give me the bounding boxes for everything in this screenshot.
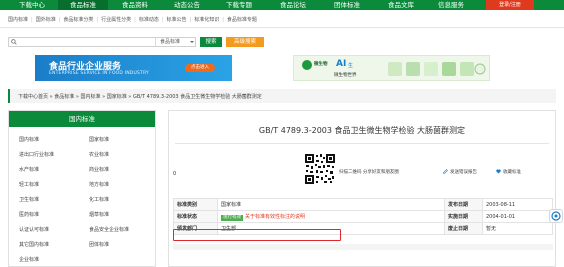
banner-enter-button[interactable]: 点击进入 xyxy=(185,64,215,72)
subnav-item[interactable]: 国外标准 xyxy=(36,17,56,23)
validity-note-link[interactable]: 关于标准有效性标注的说明 xyxy=(245,214,305,220)
breadcrumb-text[interactable]: 下载中心首页 » 食品标准 » 国内标准 » 国家标准 » GB/T 4789.… xyxy=(18,93,262,100)
sidebar-item[interactable]: 农业标准 xyxy=(89,151,109,158)
table-row: 标准状态 现行有效 关于标准有效性标注的说明 实施日期 2004-01-01 xyxy=(173,210,553,223)
qr-share-text: 扫描二维码 分享好友和朋友圈 xyxy=(339,170,399,175)
nav-food-library[interactable]: 食品文库 xyxy=(376,0,426,10)
banner-subtitle: ENTERPRISE SERVICE IN FOOD INDUSTRY xyxy=(49,71,149,76)
divider: | xyxy=(134,17,136,23)
sidebar-item[interactable]: 化工标准 xyxy=(89,196,109,203)
sidebar-item[interactable]: 食品安全企业标准 xyxy=(89,226,129,233)
divider: | xyxy=(96,17,99,23)
login-label: 登录/注册 xyxy=(499,2,521,8)
sidebar: 国内标准 国内标准 国家标准 进出口行业标准 农业标准 水产标准 商业标准 轻工… xyxy=(8,110,156,267)
download-count: 0 xyxy=(173,171,177,177)
sidebar-item[interactable]: 水产标准 xyxy=(19,166,39,173)
top-navigation: 下载中心 食品标准 食品资料 动态公告 下载专题 食品论坛 团体标准 食品文库 … xyxy=(0,0,564,10)
nav-food-materials[interactable]: 食品资料 xyxy=(110,0,160,10)
ai-sub-label: 生 xyxy=(348,63,354,69)
nav-info-service[interactable]: 信息服务 xyxy=(426,0,476,10)
subnav-item[interactable]: 食品标准分类 xyxy=(63,17,93,23)
favorite-button[interactable]: 收藏标准 xyxy=(496,169,521,175)
edit-icon xyxy=(443,169,448,174)
nav-download-center[interactable]: 下载中心 xyxy=(8,0,56,10)
sidebar-item[interactable]: 其它国内标准 xyxy=(19,241,49,248)
table-label: 标准类别 xyxy=(173,198,218,211)
subnav-item[interactable]: 标准化知识 xyxy=(194,17,219,23)
petri-dish-images xyxy=(388,62,486,76)
subnav-item[interactable]: 标准公告 xyxy=(167,17,187,23)
ai-label: AI xyxy=(336,59,347,69)
sidebar-item[interactable]: 团体标准 xyxy=(89,241,109,248)
divider: | xyxy=(222,17,224,23)
sidebar-item[interactable]: 商业标准 xyxy=(89,166,109,173)
nav-announcements[interactable]: 动态公告 xyxy=(162,0,212,10)
table-value: 2003-08-11 xyxy=(482,198,553,211)
sidebar-title: 国内标准 xyxy=(9,111,155,127)
bottom-bar xyxy=(173,244,553,250)
sub-navigation: 国内标准 | 国外标准 | 食品标准分类 | 行业属性分类 | 标准动态 | 标准公告 | 标准化知识 |… xyxy=(0,10,564,28)
sidebar-item[interactable]: 卫生标准 xyxy=(19,196,39,203)
sidebar-item[interactable]: 烟草标准 xyxy=(89,211,109,218)
subnav-item[interactable]: 标准动态 xyxy=(139,17,159,23)
advanced-search-button[interactable]: 高级搜索 xyxy=(226,37,264,47)
breadcrumb: 下载中心首页 » 食品标准 » 国内标准 » 国家标准 » GB/T 4789.… xyxy=(8,89,556,103)
banner-subtitle: 微生物世界 xyxy=(334,73,357,78)
nav-download-topics[interactable]: 下载专题 xyxy=(214,0,264,10)
status-badge: 现行有效 xyxy=(221,214,243,221)
chevron-down-icon xyxy=(190,41,194,43)
table-value: 暂无 xyxy=(482,222,553,235)
subnav-item[interactable]: 国内标准 xyxy=(8,17,28,23)
sidebar-item[interactable]: 医药标准 xyxy=(19,211,39,218)
sidebar-item[interactable]: 认证认可标准 xyxy=(19,226,49,233)
sidebar-item[interactable]: 轻工标准 xyxy=(19,181,39,188)
microbe-world-banner[interactable]: 微生物 AI 生 微生物世界 xyxy=(293,55,490,81)
nav-food-forum[interactable]: 食品论坛 xyxy=(268,0,318,10)
search-category-select[interactable]: 食品标准 xyxy=(155,38,197,46)
login-button[interactable]: 登录/注册 xyxy=(486,0,534,10)
error-report-link[interactable]: 发送错误报告 xyxy=(443,169,477,175)
brand-logo xyxy=(302,60,312,70)
favorite-label: 收藏标准 xyxy=(503,170,521,175)
page-title: GB/T 4789.3-2003 食品卫生微生物学检验 大肠菌群测定 xyxy=(258,126,466,135)
divider xyxy=(175,143,549,144)
table-row: 标准类别 国家标准 发布日期 2003-08-11 xyxy=(173,198,553,211)
enterprise-service-banner[interactable]: 食品行业企业服务 ENTERPRISE SERVICE IN FOOD INDU… xyxy=(35,55,232,81)
search-category-value: 食品标准 xyxy=(160,39,181,45)
table-label: 实施日期 xyxy=(444,210,483,223)
qr-code-icon xyxy=(304,153,336,185)
support-icon xyxy=(551,211,561,221)
table-label: 发布日期 xyxy=(444,198,483,211)
table-value: 2004-01-01 xyxy=(482,210,553,223)
floating-service-button[interactable] xyxy=(549,209,563,223)
nav-food-standards[interactable]: 食品标准 xyxy=(58,0,108,10)
table-label: 标准状态 xyxy=(173,210,218,223)
sidebar-item[interactable]: 地方标准 xyxy=(89,181,109,188)
sidebar-item[interactable]: 进出口行业标准 xyxy=(19,151,54,158)
standard-detail-card: GB/T 4789.3-2003 食品卫生微生物学检验 大肠菌群测定 0 扫描二… xyxy=(168,110,556,267)
sidebar-item[interactable]: 国内标准 xyxy=(19,136,39,143)
subnav-item[interactable]: 食品标准专题 xyxy=(227,17,257,23)
sidebar-item[interactable]: 企业标准 xyxy=(19,256,39,263)
status-cell: 现行有效 关于标准有效性标注的说明 xyxy=(217,210,445,223)
sub-navigation-row: 国内标准 | 国外标准 | 食品标准分类 | 行业属性分类 | 标准动态 | 标准公告 | 标准化知识 |… xyxy=(8,16,257,23)
table-label: 废止日期 xyxy=(444,222,483,235)
search-input[interactable]: 食品标准 xyxy=(8,37,196,47)
divider: | xyxy=(161,17,164,23)
heart-icon xyxy=(496,169,501,174)
nav-group-standards[interactable]: 团体标准 xyxy=(322,0,372,10)
error-report-label: 发送错误报告 xyxy=(450,170,477,175)
search-icon xyxy=(11,39,17,45)
brand-name: 微生物 xyxy=(314,62,328,67)
search-button[interactable]: 搜索 xyxy=(200,37,222,47)
sidebar-item[interactable]: 国家标准 xyxy=(89,136,109,143)
subnav-item[interactable]: 行业属性分类 xyxy=(101,17,131,23)
table-value: 国家标准 xyxy=(217,198,445,211)
divider: | xyxy=(31,17,33,23)
status-highlight-box xyxy=(173,229,341,241)
